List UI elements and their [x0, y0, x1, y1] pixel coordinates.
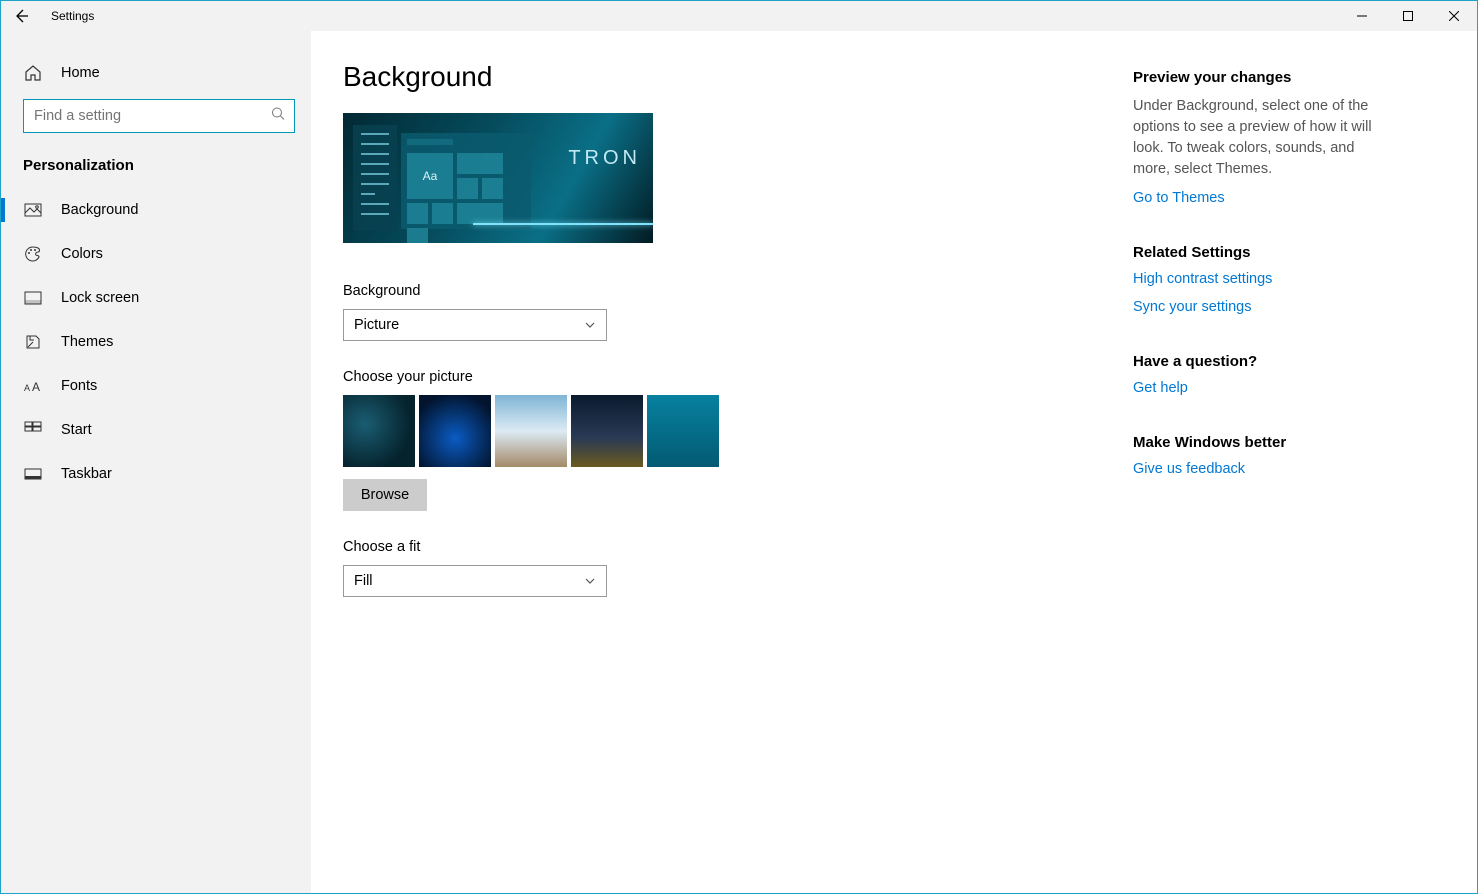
chevron-down-icon — [584, 575, 596, 587]
nav-label: Start — [61, 422, 92, 438]
preview-sample-tile: Aa — [407, 153, 453, 199]
nav-item-taskbar[interactable]: Taskbar — [1, 452, 311, 496]
arrow-left-icon — [13, 8, 29, 24]
nav-item-themes[interactable]: Themes — [1, 320, 311, 364]
nav-item-colors[interactable]: Colors — [1, 232, 311, 276]
nav-label: Colors — [61, 246, 103, 262]
themes-icon — [23, 332, 43, 352]
fit-dropdown[interactable]: Fill — [343, 565, 607, 597]
background-label: Background — [343, 283, 1113, 299]
right-panel: Preview your changes Under Background, s… — [1113, 61, 1373, 873]
preview-taskbar — [353, 125, 397, 231]
picture-thumb-3[interactable] — [495, 395, 567, 467]
nav-label: Fonts — [61, 378, 97, 394]
picture-thumbnails — [343, 395, 1113, 467]
home-icon — [23, 63, 43, 83]
sync-settings-link[interactable]: Sync your settings — [1133, 299, 1373, 315]
feedback-link[interactable]: Give us feedback — [1133, 461, 1373, 477]
nav-label: Themes — [61, 334, 113, 350]
nav-item-background[interactable]: Background — [1, 188, 311, 232]
background-value: Picture — [354, 317, 399, 333]
picture-thumb-5[interactable] — [647, 395, 719, 467]
maximize-icon — [1403, 11, 1413, 21]
svg-text:A: A — [32, 380, 40, 393]
fit-value: Fill — [354, 573, 373, 589]
home-label: Home — [61, 65, 100, 81]
window-controls — [1339, 1, 1477, 31]
fonts-icon: AA — [23, 376, 43, 396]
palette-icon — [23, 244, 43, 264]
start-icon — [23, 420, 43, 440]
high-contrast-link[interactable]: High contrast settings — [1133, 271, 1373, 287]
minimize-button[interactable] — [1339, 1, 1385, 31]
close-button[interactable] — [1431, 1, 1477, 31]
picture-thumb-1[interactable] — [343, 395, 415, 467]
preview-start-menu: Aa — [401, 133, 531, 229]
sidebar: Home Personalization Background Colors L… — [1, 31, 311, 893]
maximize-button[interactable] — [1385, 1, 1431, 31]
svg-text:A: A — [24, 383, 30, 393]
minimize-icon — [1357, 11, 1367, 21]
make-better-heading: Make Windows better — [1133, 434, 1373, 451]
window-title: Settings — [51, 9, 94, 23]
chevron-down-icon — [584, 319, 596, 331]
picture-icon — [23, 200, 43, 220]
nav-item-fonts[interactable]: AA Fonts — [1, 364, 311, 408]
related-settings-heading: Related Settings — [1133, 244, 1373, 261]
preview-changes-heading: Preview your changes — [1133, 69, 1373, 86]
close-icon — [1449, 11, 1459, 21]
back-button[interactable] — [1, 1, 41, 31]
browse-button[interactable]: Browse — [343, 479, 427, 511]
lockscreen-icon — [23, 288, 43, 308]
preview-wallpaper-text: TRON — [568, 147, 641, 170]
choose-fit-label: Choose a fit — [343, 539, 1113, 555]
preview-changes-text: Under Background, select one of the opti… — [1133, 96, 1373, 180]
page-title: Background — [343, 61, 1113, 93]
picture-thumb-2[interactable] — [419, 395, 491, 467]
main-content: Background Aa TRON Back — [311, 31, 1477, 893]
go-to-themes-link[interactable]: Go to Themes — [1133, 190, 1373, 206]
search-box — [23, 99, 295, 133]
taskbar-icon — [23, 464, 43, 484]
choose-picture-label: Choose your picture — [343, 369, 1113, 385]
nav-item-start[interactable]: Start — [1, 408, 311, 452]
nav-label: Lock screen — [61, 290, 139, 306]
nav-label: Taskbar — [61, 466, 112, 482]
nav-label: Background — [61, 202, 138, 218]
background-dropdown[interactable]: Picture — [343, 309, 607, 341]
desktop-preview: Aa TRON — [343, 113, 653, 243]
home-button[interactable]: Home — [1, 51, 311, 95]
have-question-heading: Have a question? — [1133, 353, 1373, 370]
category-title: Personalization — [1, 149, 311, 188]
get-help-link[interactable]: Get help — [1133, 380, 1373, 396]
picture-thumb-4[interactable] — [571, 395, 643, 467]
search-input[interactable] — [23, 99, 295, 133]
titlebar: Settings — [1, 1, 1477, 31]
nav-item-lock-screen[interactable]: Lock screen — [1, 276, 311, 320]
